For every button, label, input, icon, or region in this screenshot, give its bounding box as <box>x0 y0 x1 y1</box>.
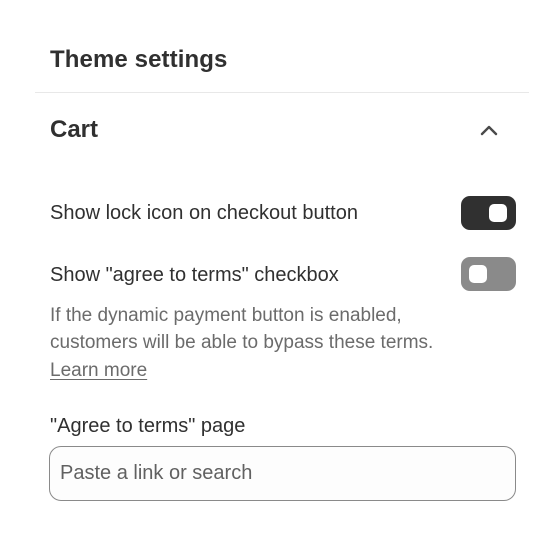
toggle-knob <box>469 265 487 283</box>
agree-terms-toggle[interactable] <box>461 257 516 291</box>
theme-settings-panel: Theme settings Cart Show lock icon on ch… <box>0 0 559 552</box>
section-collapse-button[interactable] <box>474 115 504 145</box>
lock-icon-toggle[interactable] <box>461 196 516 230</box>
section-title-cart: Cart <box>50 116 99 143</box>
terms-page-search-input[interactable] <box>49 446 516 501</box>
learn-more-link[interactable]: Learn more <box>50 357 147 384</box>
agree-terms-setting-label: Show "agree to terms" checkbox <box>50 264 339 286</box>
agree-terms-help-text: If the dynamic payment button is enabled… <box>50 305 434 353</box>
lock-icon-setting-label: Show lock icon on checkout button <box>50 202 358 224</box>
panel-title: Theme settings <box>50 46 228 73</box>
terms-page-field-label: "Agree to terms" page <box>50 415 246 437</box>
toggle-knob <box>489 204 507 222</box>
chevron-up-icon <box>480 125 498 136</box>
header-divider <box>35 92 529 93</box>
